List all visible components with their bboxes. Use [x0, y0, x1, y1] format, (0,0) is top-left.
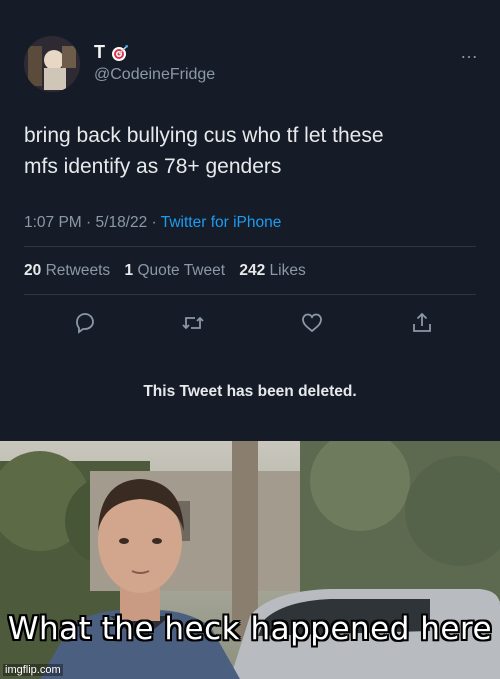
- meme-caption: What the heck happened here: [7, 611, 493, 647]
- tweet-text-line: bring back bullying cus who tf let these: [24, 124, 384, 147]
- divider: [24, 294, 476, 295]
- reply-icon[interactable]: [72, 310, 98, 336]
- share-icon[interactable]: [409, 310, 435, 336]
- retweet-icon[interactable]: [180, 310, 206, 336]
- tweet-actions: [0, 310, 500, 338]
- tweet-text-line: mfs identify as 78+ genders: [24, 155, 282, 178]
- tweet-card: T @CodeineFridge … bring back bullying c…: [0, 0, 500, 441]
- like-icon[interactable]: [299, 310, 325, 336]
- quote-tweets-stat[interactable]: 1 Quote Tweet: [125, 262, 226, 279]
- more-options-icon[interactable]: …: [460, 42, 479, 63]
- display-name[interactable]: T: [94, 42, 105, 63]
- retweets-stat[interactable]: 20 Retweets: [24, 262, 110, 279]
- tweet-date[interactable]: 5/18/22: [96, 214, 148, 231]
- watermark: imgflip.com: [3, 664, 63, 676]
- avatar[interactable]: [24, 36, 80, 92]
- tweet-stats: 20 Retweets 1 Quote Tweet 242 Likes: [24, 262, 306, 280]
- meme-image: T @CodeineFridge … bring back bullying c…: [0, 0, 500, 679]
- tweet-meta: 1:07 PM · 5/18/22 · Twitter for iPhone: [24, 214, 282, 231]
- target-emoji-icon: [111, 44, 129, 62]
- deleted-notice: This Tweet has been deleted.: [143, 383, 357, 400]
- tweet-time[interactable]: 1:07 PM: [24, 214, 82, 231]
- divider: [24, 246, 476, 247]
- tweet-text: bring back bullying cus who tf let these…: [24, 120, 474, 182]
- user-handle[interactable]: @CodeineFridge: [94, 66, 215, 84]
- tweet-source-link[interactable]: Twitter for iPhone: [161, 214, 282, 231]
- likes-stat[interactable]: 242 Likes: [239, 262, 305, 279]
